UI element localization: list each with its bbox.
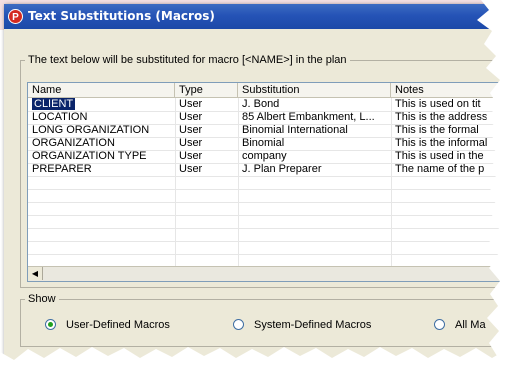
torn-bottom-edge bbox=[0, 347, 506, 370]
torn-right-edge bbox=[477, 0, 506, 370]
torn-edge-overlay bbox=[0, 0, 506, 370]
